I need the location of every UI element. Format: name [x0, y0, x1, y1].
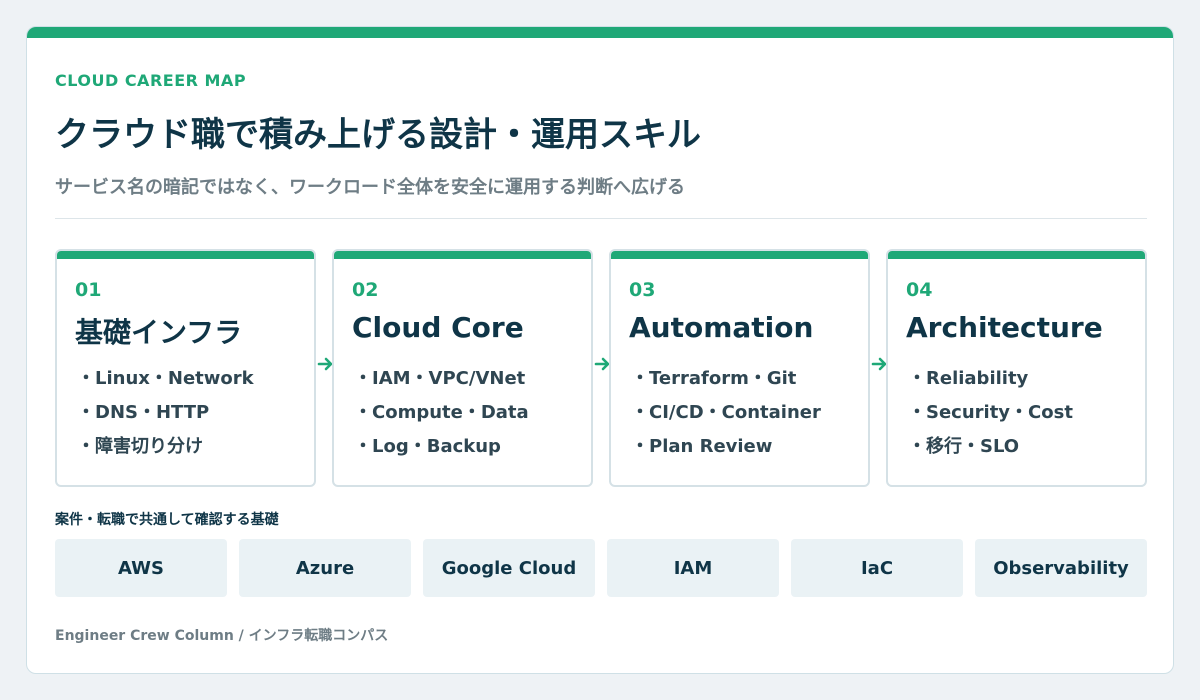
- step-skill-item: ・障害切り分け: [77, 436, 203, 457]
- step-skill-item: ・Plan Review: [631, 436, 773, 457]
- step-number: 04: [906, 279, 933, 301]
- step-card-04: 04 Architecture ・Reliability ・Security・C…: [886, 249, 1147, 487]
- common-basics-tags: AWS Azure Google Cloud IAM IaC Observabi…: [55, 539, 1147, 597]
- step-skill-item: ・Security・Cost: [908, 402, 1073, 423]
- step-card-01: 01 基礎インフラ ・Linux・Network ・DNS・HTTP ・障害切り…: [55, 249, 316, 487]
- tag-iac: IaC: [791, 539, 963, 597]
- step-skill-list: ・Terraform・Git ・CI/CD・Container ・Plan Re…: [631, 367, 821, 469]
- step-card-02: 02 Cloud Core ・IAM・VPC/VNet ・Compute・Dat…: [332, 249, 593, 487]
- header-divider: [55, 218, 1147, 219]
- career-map-card: CLOUD CAREER MAP クラウド職で積み上げる設計・運用スキル サービ…: [26, 26, 1174, 674]
- footer-credit: Engineer Crew Column / インフラ転職コンパス: [55, 628, 389, 644]
- step-accent-bar: [888, 251, 1145, 259]
- accent-top-bar: [27, 27, 1173, 38]
- eyebrow-label: CLOUD CAREER MAP: [55, 71, 247, 90]
- step-number: 01: [75, 279, 102, 301]
- step-skill-item: ・CI/CD・Container: [631, 402, 821, 423]
- step-title: 基礎インフラ: [75, 316, 243, 349]
- page-subtitle: サービス名の暗記ではなく、ワークロード全体を安全に運用する判断へ広げる: [55, 177, 685, 198]
- step-accent-bar: [334, 251, 591, 259]
- step-accent-bar: [611, 251, 868, 259]
- step-skill-item: ・DNS・HTTP: [77, 402, 210, 423]
- step-skill-list: ・IAM・VPC/VNet ・Compute・Data ・Log・Backup: [354, 367, 529, 469]
- tag-google-cloud: Google Cloud: [423, 539, 595, 597]
- career-steps: 01 基礎インフラ ・Linux・Network ・DNS・HTTP ・障害切り…: [55, 249, 1147, 487]
- page-title: クラウド職で積み上げる設計・運用スキル: [55, 115, 701, 155]
- step-skill-item: ・移行・SLO: [908, 436, 1020, 457]
- tag-observability: Observability: [975, 539, 1147, 597]
- step-skill-item: ・Log・Backup: [354, 436, 501, 457]
- common-basics-label: 案件・転職で共通して確認する基礎: [55, 512, 279, 528]
- step-skill-list: ・Reliability ・Security・Cost ・移行・SLO: [908, 367, 1073, 469]
- step-skill-item: ・Reliability: [908, 368, 1029, 389]
- step-skill-item: ・Compute・Data: [354, 402, 529, 423]
- step-title: Cloud Core: [352, 311, 524, 344]
- step-skill-list: ・Linux・Network ・DNS・HTTP ・障害切り分け: [77, 367, 254, 469]
- step-title: Automation: [629, 311, 814, 344]
- step-title: Architecture: [906, 311, 1103, 344]
- tag-azure: Azure: [239, 539, 411, 597]
- tag-aws: AWS: [55, 539, 227, 597]
- step-skill-item: ・IAM・VPC/VNet: [354, 368, 526, 389]
- step-number: 03: [629, 279, 656, 301]
- tag-iam: IAM: [607, 539, 779, 597]
- step-accent-bar: [57, 251, 314, 259]
- step-skill-item: ・Linux・Network: [77, 368, 254, 389]
- step-skill-item: ・Terraform・Git: [631, 368, 797, 389]
- step-card-03: 03 Automation ・Terraform・Git ・CI/CD・Cont…: [609, 249, 870, 487]
- step-number: 02: [352, 279, 379, 301]
